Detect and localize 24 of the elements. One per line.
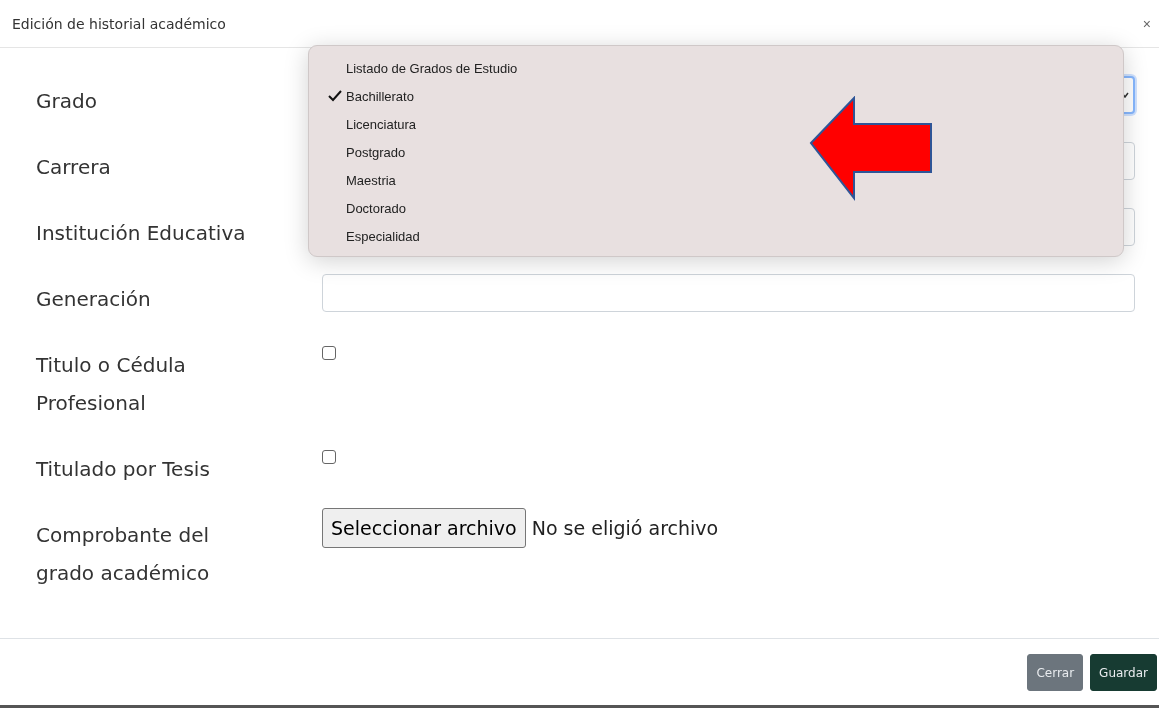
dropdown-option[interactable]: Maestria: [309, 166, 1123, 194]
text-field[interactable]: [322, 274, 1135, 312]
dialog-title: Edición de historial académico: [12, 15, 226, 32]
field-label: Grado: [36, 88, 98, 115]
dropdown-option[interactable]: Listado de Grados de Estudio: [309, 54, 1123, 82]
close-button[interactable]: ×: [1140, 15, 1153, 32]
field-label: Institución Educativa: [36, 220, 247, 247]
dropdown-option[interactable]: Licenciatura: [309, 110, 1123, 138]
field-label: Carrera: [36, 154, 112, 181]
field-label: Titulo o Cédula Profesional: [36, 352, 187, 417]
file-status: No se eligió archivo: [531, 517, 719, 539]
checkbox[interactable]: [322, 346, 336, 360]
dropdown-option[interactable]: Especialidad: [309, 222, 1123, 250]
check-icon: [328, 90, 342, 102]
save-button[interactable]: Guardar: [1090, 654, 1157, 691]
field-label: Titulado por Tesis: [36, 456, 211, 483]
dropdown-option[interactable]: Doctorado: [309, 194, 1123, 222]
dropdown-option[interactable]: Postgrado: [309, 138, 1123, 166]
choose-file-button[interactable]: Seleccionar archivo: [322, 508, 526, 548]
dropdown-option[interactable]: Bachillerato: [309, 82, 1123, 110]
close-dialog-button[interactable]: Cerrar: [1027, 654, 1084, 691]
field-label: Generación: [36, 286, 152, 313]
field-label: Comprobante del grado académico: [36, 522, 211, 587]
checkbox[interactable]: [322, 450, 336, 464]
